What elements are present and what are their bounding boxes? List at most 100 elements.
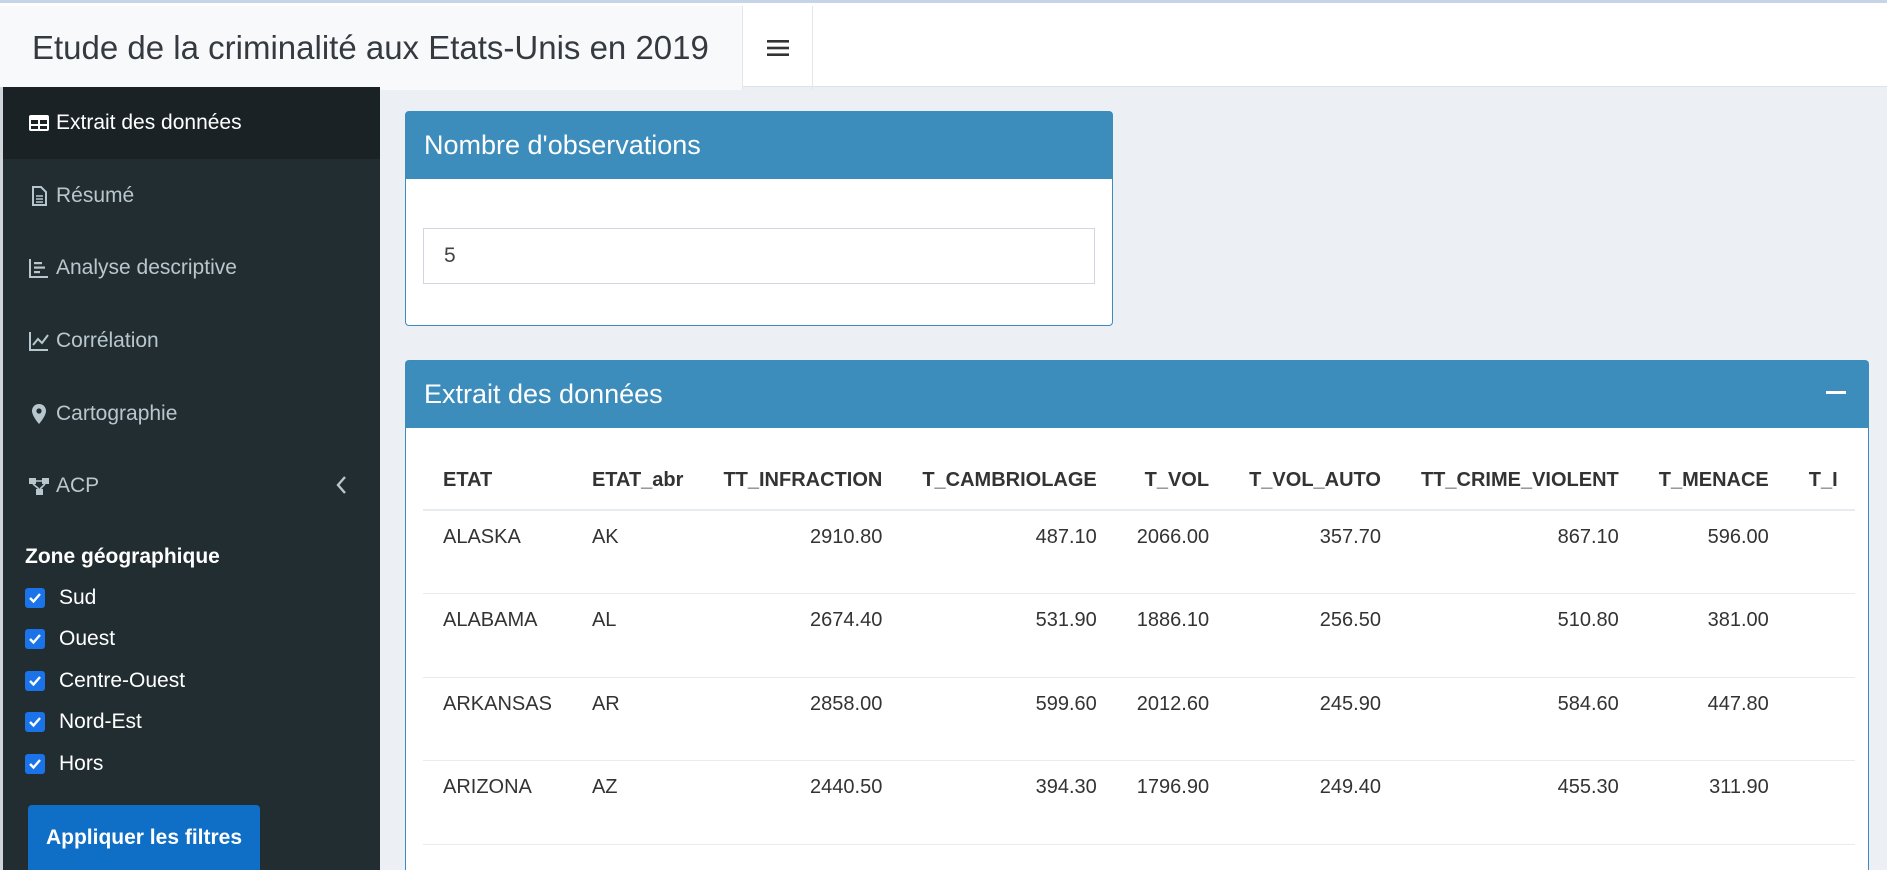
sidebar-item-label: Analyse descriptive (56, 256, 237, 279)
table-cell: ALASKA (423, 510, 572, 594)
column-header[interactable]: T_VOL (1116, 452, 1230, 511)
table-cell: 1886.10 (1116, 593, 1230, 678)
table-cell: 2674.40 (703, 593, 903, 678)
column-header[interactable]: ETAT_abr (571, 452, 704, 511)
checkbox-label: Nord-Est (59, 710, 142, 733)
data-table: ETAT ETAT_abr TT_INFRACTION T_CAMBRIOLAG… (423, 452, 1855, 845)
table-row[interactable]: ARKANSAS AR 2858.00 599.60 2012.60 245.9… (423, 677, 1855, 761)
collapse-button[interactable] (1824, 381, 1848, 405)
table-cell: 455.30 (1400, 760, 1639, 845)
zone-checkbox-centre-ouest[interactable]: Centre-Ouest (25, 666, 185, 696)
table-cell: 2440.50 (703, 760, 903, 845)
table-cell: 311.90 (1638, 760, 1789, 845)
table-cell (1788, 677, 1855, 761)
zone-checkbox-ouest[interactable]: Ouest (25, 624, 115, 654)
table-cell: ARIZONA (423, 760, 572, 845)
zone-filter-title: Zone géographique (25, 545, 220, 568)
sidebar-item-label: Résumé (56, 184, 135, 207)
column-header[interactable]: T_MENACE (1638, 452, 1789, 511)
table-cell: AK (571, 510, 704, 594)
table-cell: 357.70 (1229, 510, 1401, 594)
zone-checkbox-hors[interactable]: Hors (25, 749, 103, 779)
table-row[interactable]: ARIZONA AZ 2440.50 394.30 1796.90 249.40… (423, 760, 1855, 845)
table-row[interactable]: ALABAMA AL 2674.40 531.90 1886.10 256.50… (423, 593, 1855, 678)
checkbox-checked-icon[interactable] (25, 671, 45, 691)
zone-checkbox-nord-est[interactable]: Nord-Est (25, 707, 142, 737)
table-cell: 531.90 (902, 593, 1117, 678)
sidebar-item-correlation[interactable]: Corrélation (3, 305, 380, 377)
table-cell: 2858.00 (703, 677, 903, 761)
data-table-scroll[interactable]: ETAT ETAT_abr TT_INFRACTION T_CAMBRIOLAG… (423, 452, 1855, 870)
checkbox-checked-icon[interactable] (25, 588, 45, 608)
sidebar-item-acp[interactable]: ACP (3, 450, 380, 522)
sidebar-item-label: Cartographie (56, 402, 178, 425)
table-cell (1788, 593, 1855, 678)
sidebar-item-label: Extrait des données (56, 111, 242, 134)
sidebar-item-cartographie[interactable]: Cartographie (3, 378, 380, 450)
checkbox-label: Hors (59, 752, 104, 775)
data-extract-box-header: Extrait des données (406, 361, 1868, 428)
table-cell (1788, 760, 1855, 845)
chevron-left-icon (334, 474, 348, 502)
table-cell: ARKANSAS (423, 677, 572, 761)
sitemap-icon (28, 475, 56, 497)
table-cell (1788, 510, 1855, 594)
table-cell: 867.10 (1400, 510, 1639, 594)
table-cell: 487.10 (902, 510, 1117, 594)
sidebar-toggle-button[interactable] (743, 6, 813, 90)
table-cell: 596.00 (1638, 510, 1789, 594)
apply-filters-button[interactable]: Appliquer les filtres (28, 805, 260, 870)
table-cell: 2066.00 (1116, 510, 1230, 594)
table-cell: 584.60 (1400, 677, 1639, 761)
column-header[interactable]: T_I (1788, 452, 1855, 511)
map-marker-icon (28, 403, 56, 425)
observations-box-title: Nombre d'observations (406, 112, 1112, 179)
table-cell: 447.80 (1638, 677, 1789, 761)
observations-number-input[interactable] (423, 228, 1095, 284)
table-header-row: ETAT ETAT_abr TT_INFRACTION T_CAMBRIOLAG… (423, 452, 1855, 511)
observations-box: Nombre d'observations (405, 111, 1113, 326)
table-cell: AR (571, 677, 704, 761)
table-cell: 1796.90 (1116, 760, 1230, 845)
checkbox-checked-icon[interactable] (25, 629, 45, 649)
sidebar-item-label: ACP (56, 474, 100, 497)
column-header[interactable]: TT_CRIME_VIOLENT (1400, 452, 1639, 511)
table-cell: 2012.60 (1116, 677, 1230, 761)
data-extract-box: Extrait des données ETAT ETAT_abr TT_INF… (405, 360, 1869, 870)
table-row[interactable]: ALASKA AK 2910.80 487.10 2066.00 357.70 … (423, 510, 1855, 594)
sidebar-item-analyse[interactable]: Analyse descriptive (3, 232, 380, 304)
minus-icon (1826, 391, 1846, 394)
table-cell: 381.00 (1638, 593, 1789, 678)
sidebar-item-extrait[interactable]: Extrait des données (3, 87, 380, 159)
table-cell: 510.80 (1400, 593, 1639, 678)
file-icon (28, 185, 56, 207)
sidebar-item-label: Corrélation (56, 329, 159, 352)
checkbox-checked-icon[interactable] (25, 754, 45, 774)
table-cell: 2910.80 (703, 510, 903, 594)
data-extract-box-title: Extrait des données (424, 379, 663, 409)
bar-chart-icon (28, 257, 56, 279)
table-icon (28, 112, 56, 134)
sidebar: Extrait des données Résumé Analyse descr… (0, 87, 380, 870)
checkbox-checked-icon[interactable] (25, 712, 45, 732)
table-cell: 599.60 (902, 677, 1117, 761)
table-cell: ALABAMA (423, 593, 572, 678)
checkbox-label: Sud (59, 586, 97, 609)
hamburger-icon (766, 40, 789, 56)
checkbox-label: Centre-Ouest (59, 669, 186, 692)
sidebar-item-resume[interactable]: Résumé (3, 160, 380, 232)
app-title: Etude de la criminalité aux Etats-Unis e… (0, 6, 743, 90)
table-cell: AZ (571, 760, 704, 845)
top-navbar: Etude de la criminalité aux Etats-Unis e… (0, 0, 1887, 90)
table-cell: 394.30 (902, 760, 1117, 845)
column-header[interactable]: TT_INFRACTION (703, 452, 903, 511)
column-header[interactable]: T_VOL_AUTO (1229, 452, 1401, 511)
table-cell: 245.90 (1229, 677, 1401, 761)
table-cell: AL (571, 593, 704, 678)
line-chart-icon (28, 330, 56, 352)
table-cell: 249.40 (1229, 760, 1401, 845)
column-header[interactable]: ETAT (423, 452, 572, 511)
column-header[interactable]: T_CAMBRIOLAGE (902, 452, 1117, 511)
table-cell: 256.50 (1229, 593, 1401, 678)
zone-checkbox-sud[interactable]: Sud (25, 583, 96, 613)
